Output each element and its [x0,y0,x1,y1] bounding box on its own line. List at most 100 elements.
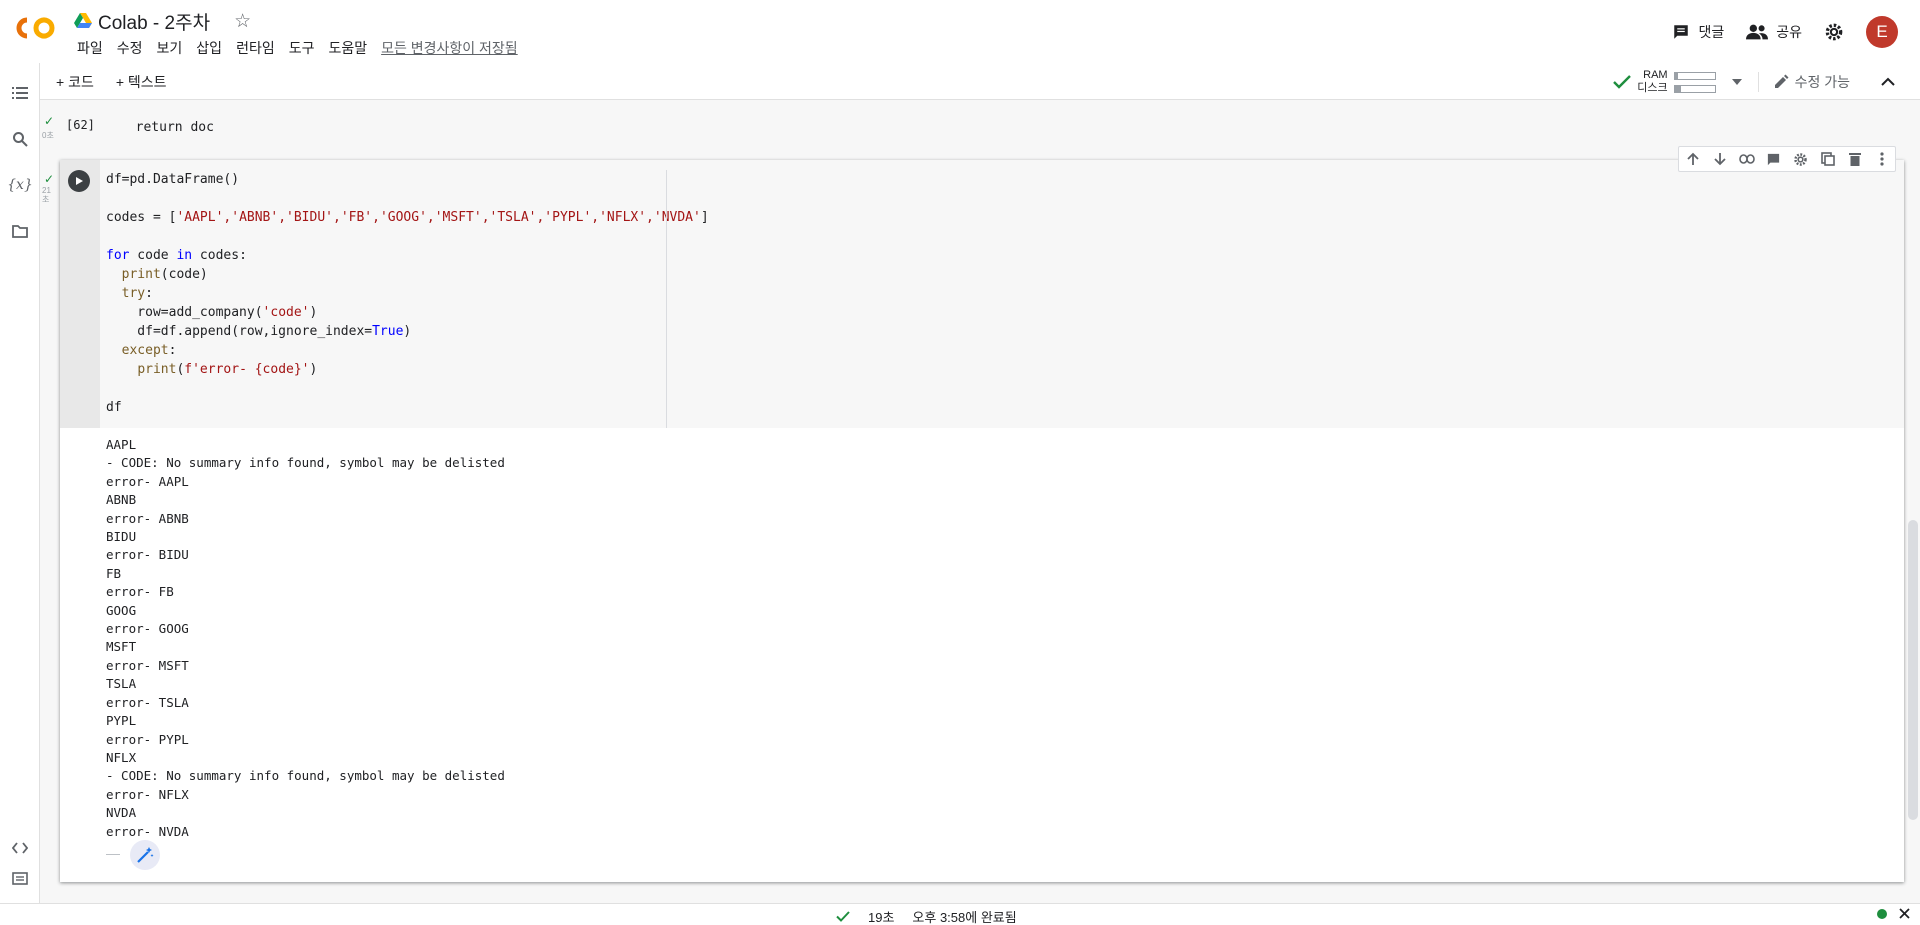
output-line: error- FB [106,584,174,600]
logo-text: CO [14,16,16,17]
menu-bar: 파일 수정 보기 삽입 런타임 도구 도움말 모든 변경사항이 저장됨 [70,38,525,58]
saved-status-link[interactable]: 모든 변경사항이 저장됨 [374,38,525,58]
code-line-6: print(code) [121,267,208,282]
code-line-7: try: [121,286,153,301]
menu-help[interactable]: 도움말 [321,38,374,58]
code-line-8: row=add_company('code') [106,305,318,320]
code-line-13: df [106,400,122,415]
output-line: GOOG [106,602,137,618]
generate-magic-wand-button[interactable] [130,840,160,870]
pencil-icon [1774,74,1789,88]
output-line: NVDA [106,805,137,821]
code-line-1: df=pd.DataFrame() [106,172,240,187]
comment-label: 댓글 [1698,24,1725,40]
menu-tools[interactable]: 도구 [282,38,322,58]
connected-check-icon [1613,75,1632,89]
disk-label: 디스크 [1637,82,1668,94]
resource-bars [1673,71,1716,93]
menu-file[interactable]: 파일 [70,38,110,58]
mirror-cell-icon[interactable] [1818,150,1837,169]
disk-bar-fill [1674,85,1681,92]
header-actions: 댓글 공유 E [1672,16,1898,48]
output-line: error- NFLX [106,786,189,802]
scrollbar-thumb[interactable] [1908,520,1918,820]
run-cell-button[interactable] [68,170,90,192]
link-icon[interactable] [1737,150,1756,169]
keyword-try: try [121,286,146,301]
output-line: - CODE: No summary info found, symbol ma… [106,768,505,784]
string-literal: 'code' [262,305,310,320]
execution-status[interactable]: 19초 오후 3:58에 완료됨 [836,907,1017,925]
header: CO Colab - 2주차 ☆ 파일 수정 보기 삽입 런타임 도구 도움말 … [0,0,1920,63]
output-line: TSLA [106,676,137,692]
more-options-icon[interactable] [1872,150,1891,169]
output-line: error- TSLA [106,694,189,710]
menu-runtime[interactable]: 런타임 [229,38,282,58]
edit-mode-button[interactable]: 수정 가능 [1757,72,1850,92]
drive-icon [74,13,92,28]
close-icon[interactable] [1899,908,1910,919]
add-text-button[interactable]: + 텍스트 [116,72,167,92]
menu-insert[interactable]: 삽입 [189,38,229,58]
menu-view[interactable]: 보기 [150,38,190,58]
output-line: error- GOOG [106,621,189,637]
execution-time: 0초 [42,131,54,140]
toolbar-right: RAM 디스크 수정 가능 [1613,69,1896,95]
code-line-11: print(f'error- {code}') [137,362,318,377]
boolean-literal: True [372,324,404,339]
cell-gutter [60,160,100,428]
output-line: MSFT [106,639,137,655]
output-divider [106,854,120,855]
code-editor[interactable]: df=pd.DataFrame() codes = ['AAPL','ABNB'… [100,160,1904,428]
code-line-9: df=df.append(row,ignore_index=True) [106,324,412,339]
comment-icon[interactable] [1764,150,1783,169]
code-line: return doc [120,120,214,135]
code-cell-active[interactable]: df=pd.DataFrame() codes = ['AAPL','ABNB'… [60,146,1904,882]
settings-gear-icon[interactable] [1824,22,1844,42]
keyword-except: except [121,343,169,358]
terminal-icon[interactable] [10,868,30,888]
output-line: error- ABNB [106,510,189,526]
notebook-toolbar: + 코드 + 텍스트 RAM 디스크 수정 가능 [40,63,1920,100]
execution-count: [62] [66,118,95,132]
search-icon[interactable] [10,129,30,149]
move-down-arrow-icon[interactable] [1710,150,1729,169]
resource-monitor[interactable]: RAM 디스크 [1613,69,1743,95]
code-snippets-icon[interactable] [10,838,30,858]
success-check-icon [836,911,850,922]
output-line: PYPL [106,713,137,729]
user-avatar[interactable]: E [1866,16,1898,48]
ram-label: RAM [1643,69,1668,81]
code-line-3: codes = ['AAPL','ABNB','BIDU','FB','GOOG… [106,210,709,225]
settings-gear-icon[interactable] [1791,150,1810,169]
add-cell-buttons: + 코드 + 텍스트 [56,72,167,92]
menu-edit[interactable]: 수정 [110,38,150,58]
share-button[interactable]: 공유 [1746,22,1802,42]
add-code-button[interactable]: + 코드 [56,72,94,92]
execution-time: 21초 [42,186,51,204]
notebook-title[interactable]: Colab - 2주차 [98,8,210,35]
move-up-arrow-icon[interactable] [1683,150,1702,169]
toc-icon[interactable] [10,83,30,103]
output-line: error- NVDA [106,823,189,839]
edit-mode-label: 수정 가능 [1794,74,1850,90]
comment-button[interactable]: 댓글 [1672,22,1724,42]
colab-logo[interactable]: CO [14,16,56,40]
colab-app: CO Colab - 2주차 ☆ 파일 수정 보기 삽입 런타임 도구 도움말 … [0,0,1920,925]
share-label: 공유 [1776,24,1802,40]
executed-check-icon: ✓ [44,172,55,186]
code-content[interactable]: df=pd.DataFrame() codes = ['AAPL','ABNB'… [106,170,709,417]
code-line-5: for code in codes: [106,248,247,263]
connection-status-dot [1877,908,1887,919]
delete-trash-icon[interactable] [1845,150,1864,169]
output-line: - CODE: No summary info found, symbol ma… [106,455,505,471]
output-line: FB [106,565,122,581]
code-cell-previous[interactable]: ✓ 0초 [62] return doc [40,108,1904,148]
cell-output: AAPL - CODE: No summary info found, symbo… [106,436,505,841]
collapse-chevron-up-icon[interactable] [1880,76,1896,88]
variables-icon[interactable]: {x} [7,175,33,195]
output-line: error- BIDU [106,547,189,563]
dropdown-arrow-icon[interactable] [1730,77,1744,87]
star-icon[interactable]: ☆ [234,10,251,33]
folder-icon[interactable] [10,221,30,241]
